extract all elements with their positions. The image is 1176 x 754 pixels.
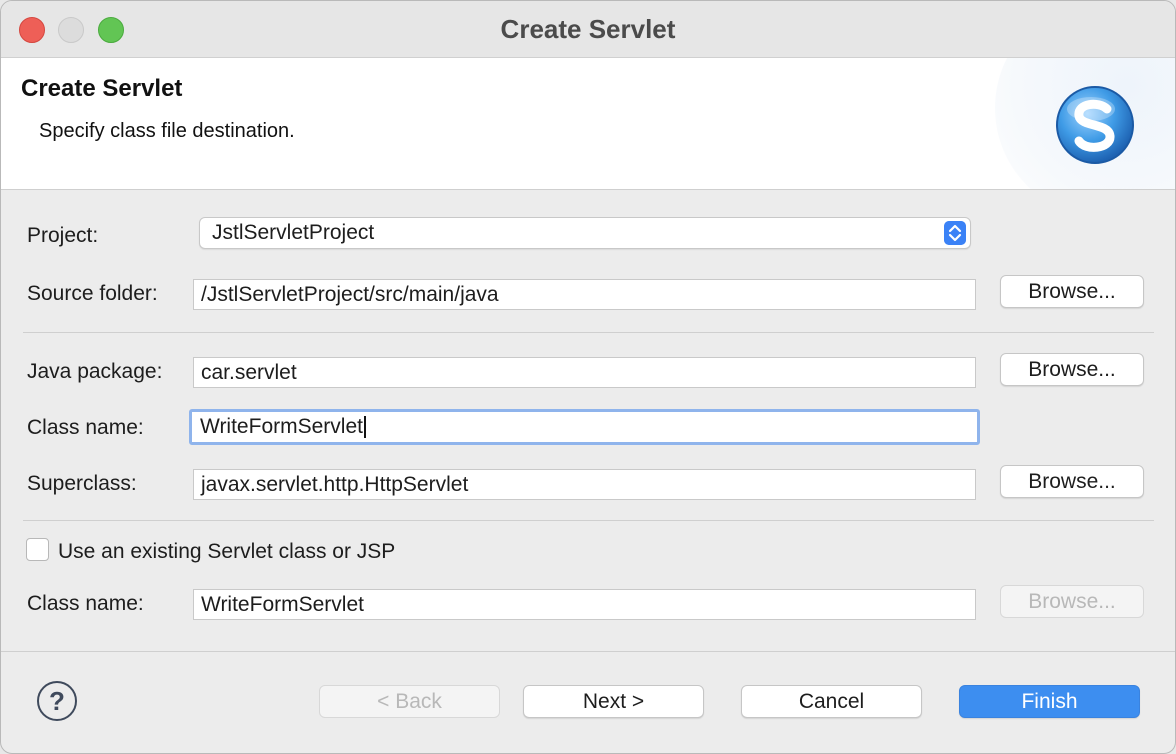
java-package-browse-button[interactable]: Browse... [1000,353,1144,386]
source-folder-label: Source folder: [27,282,158,305]
use-existing-checkbox[interactable] [26,538,49,561]
class-name-input[interactable]: WriteFormServlet [189,409,980,445]
existing-class-browse-button: Browse... [1000,585,1144,618]
finish-button[interactable]: Finish [959,685,1140,718]
servlet-s-logo-icon [1056,86,1134,164]
superclass-browse-button[interactable]: Browse... [1000,465,1144,498]
java-package-input[interactable]: car.servlet [193,357,976,388]
chevron-updown-icon [944,221,966,245]
banner-subtitle: Specify class file destination. [39,120,295,142]
back-button: < Back [319,685,500,718]
java-package-label: Java package: [27,360,163,383]
use-existing-label[interactable]: Use an existing Servlet class or JSP [58,540,395,564]
existing-class-name-value: WriteFormServlet [201,593,364,616]
separator-footer [1,651,1175,652]
banner-title: Create Servlet [21,75,183,102]
project-select[interactable]: JstlServletProject [199,217,971,249]
source-folder-value: /JstlServletProject/src/main/java [201,283,499,306]
superclass-value: javax.servlet.http.HttpServlet [201,473,469,496]
separator-top [23,332,1154,333]
class-name-label: Class name: [27,416,144,439]
next-button[interactable]: Next > [523,685,704,718]
title-bar: Create Servlet [1,1,1175,58]
project-select-value: JstlServletProject [212,221,375,244]
project-label: Project: [27,224,99,247]
java-package-value: car.servlet [201,361,297,384]
wizard-banner: Create Servlet Specify class file destin… [1,58,1175,190]
existing-class-name-label: Class name: [27,592,144,615]
class-name-value: WriteFormServlet [200,415,363,438]
cancel-button[interactable]: Cancel [741,685,922,718]
create-servlet-dialog: Create Servlet Create Servlet Specify cl… [0,0,1176,754]
help-icon[interactable]: ? [37,681,77,721]
text-caret [363,416,366,439]
window-title: Create Servlet [500,14,676,44]
source-folder-input[interactable]: /JstlServletProject/src/main/java [193,279,976,310]
separator-middle [23,520,1154,521]
source-folder-browse-button[interactable]: Browse... [1000,275,1144,308]
existing-class-name-input[interactable]: WriteFormServlet [193,589,976,620]
superclass-input[interactable]: javax.servlet.http.HttpServlet [193,469,976,500]
superclass-label: Superclass: [27,472,137,495]
